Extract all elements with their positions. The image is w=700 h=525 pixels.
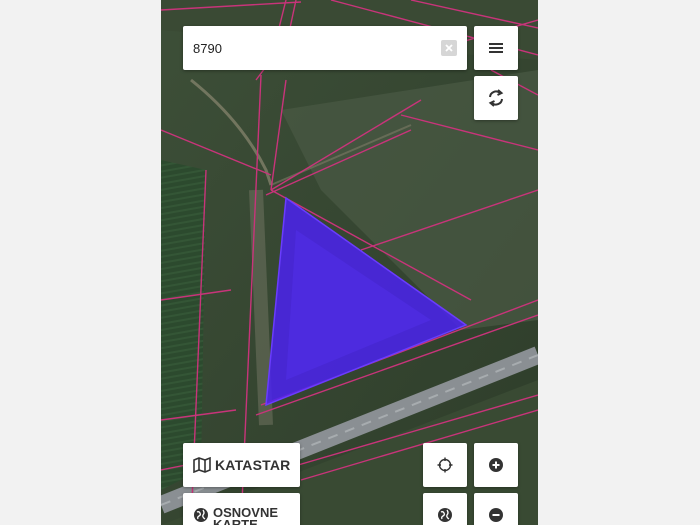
- basemap-globe-button[interactable]: [423, 493, 467, 525]
- zoom-in-button[interactable]: [474, 443, 518, 487]
- refresh-icon: [488, 89, 504, 107]
- hamburger-menu-icon: [489, 43, 503, 53]
- menu-button[interactable]: [474, 26, 518, 70]
- osnovne-karte-button[interactable]: OSNOVNE KARTE: [183, 493, 300, 525]
- zoom-out-button[interactable]: [474, 493, 518, 525]
- map-app: KATASTAR OSNOVNE KARTE: [161, 0, 538, 525]
- katastar-label: KATASTAR: [215, 457, 291, 473]
- locate-me-button[interactable]: [423, 443, 467, 487]
- search-box: [183, 26, 467, 70]
- map-fold-icon: [193, 457, 211, 473]
- katastar-layer-button[interactable]: KATASTAR: [183, 443, 300, 487]
- refresh-button[interactable]: [474, 76, 518, 120]
- globe-icon: [194, 508, 208, 522]
- osnovne-karte-label: OSNOVNE KARTE: [213, 505, 279, 525]
- clear-search-button[interactable]: [441, 40, 457, 56]
- minus-circle-icon: [489, 508, 503, 522]
- plus-circle-icon: [489, 458, 503, 472]
- vertical-track: [249, 189, 273, 426]
- clear-x-icon: [445, 44, 453, 52]
- crosshair-icon: [437, 457, 453, 473]
- globe-icon: [438, 508, 452, 522]
- parcel-search-input[interactable]: [183, 26, 433, 70]
